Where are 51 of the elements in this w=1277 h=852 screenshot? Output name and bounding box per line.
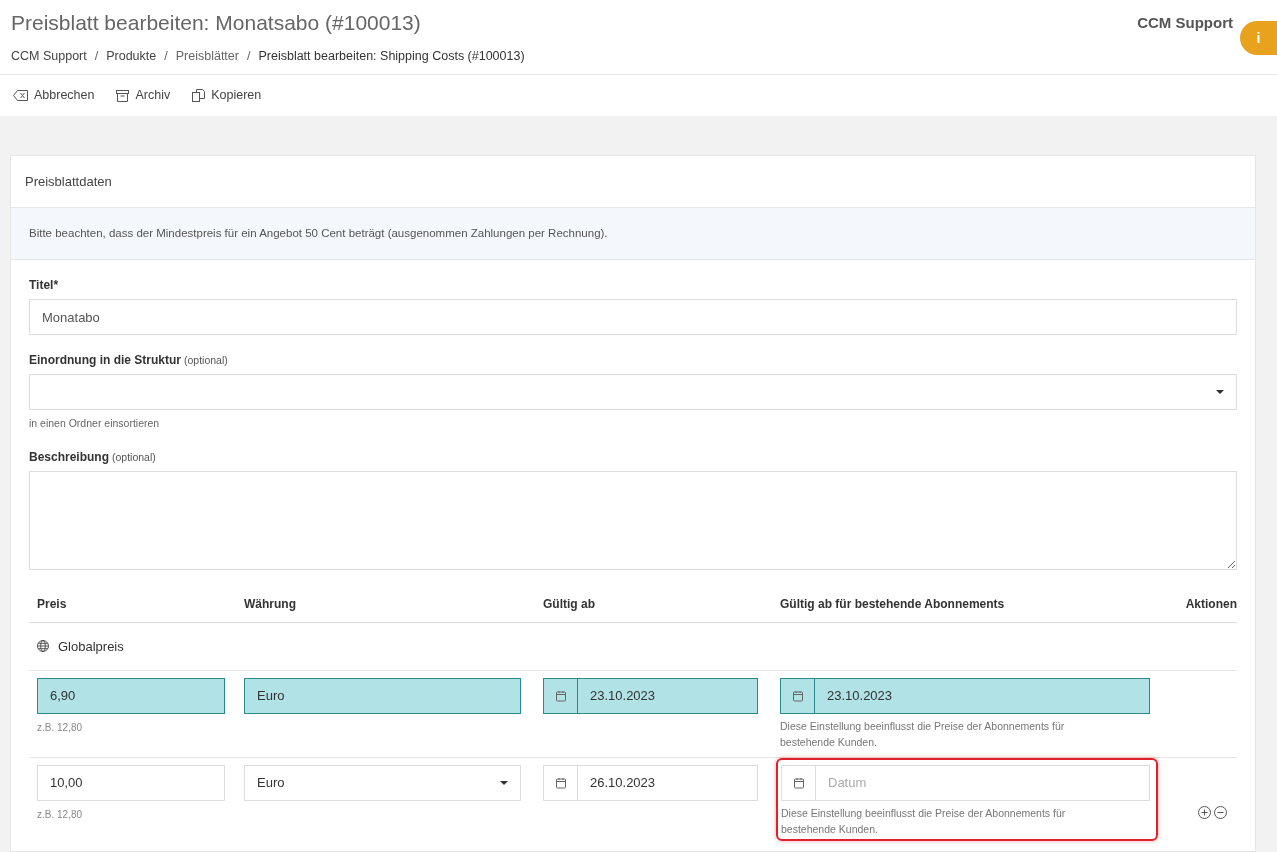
- field-label: Titel*: [29, 277, 59, 294]
- field-hint: Diese Einstellung beeinflusst die Preise der Abonnements für bestehende Kunden.: [781, 805, 1067, 837]
- calendar-icon: [554, 776, 567, 789]
- breadcrumb-link[interactable]: Preisblatt bearbeiten: Shipping Costs (#100013): [258, 47, 525, 66]
- breadcrumb-separator: /: [94, 48, 99, 65]
- archive-icon: [116, 89, 130, 102]
- globe-icon: [37, 640, 49, 653]
- price-input[interactable]: 10,00: [37, 764, 225, 801]
- column-header: Gültig ab für bestehende Abonnements: [780, 595, 1006, 613]
- currency-select[interactable]: Euro: [244, 677, 521, 714]
- caret-icon: [1216, 390, 1224, 394]
- field-hint: in einen Ordner einsortieren: [29, 416, 161, 431]
- field-label: Einordnung in die Struktur: [29, 352, 181, 369]
- description-input[interactable]: [29, 470, 1237, 570]
- calendar-icon: [554, 689, 567, 702]
- calendar-icon: [791, 689, 804, 702]
- copy-button[interactable]: Kopieren: [192, 86, 262, 105]
- price-hint: z.B. 12,80: [37, 807, 84, 822]
- page-title: Preisblatt bearbeiten: Monatsabo (#100013): [11, 10, 421, 36]
- price-input[interactable]: 6,90: [37, 677, 225, 714]
- column-header: Gültig ab: [543, 595, 596, 613]
- price-hint: z.B. 12,80: [37, 720, 84, 735]
- plus-icon: [1198, 806, 1211, 820]
- currency-select[interactable]: Euro: [244, 764, 521, 801]
- date-field[interactable]: 23.10.2023: [543, 677, 758, 714]
- field-label: Beschreibung: [29, 448, 109, 466]
- breadcrumb-link[interactable]: Produkte: [106, 47, 157, 66]
- title-input[interactable]: Monatabo: [29, 299, 1237, 335]
- user-name[interactable]: CCM Support: [1137, 12, 1233, 35]
- column-header: Währung: [244, 595, 297, 613]
- notice-text: Bitte beachten, dass der Mindestpreis für ein Angebot 50 Cent beträgt (ausgenommen Zahlungen per Rechnung).: [11, 208, 1255, 260]
- breadcrumb-separator: /: [246, 48, 251, 65]
- archive-button[interactable]: Archiv: [116, 86, 171, 105]
- breadcrumb-link[interactable]: CCM Support: [11, 47, 87, 66]
- cancel-button[interactable]: Abbrechen: [13, 86, 95, 105]
- breadcrumb-link[interactable]: Preisblätter: [175, 47, 239, 66]
- optional-note: (optional): [112, 449, 156, 465]
- breadcrumb-separator: /: [164, 48, 168, 65]
- copy-icon: [192, 89, 206, 102]
- optional-note: (optional): [184, 353, 228, 368]
- column-header: Aktionen: [1185, 595, 1237, 613]
- calendar-icon: [792, 776, 805, 789]
- backspace-icon: [13, 90, 28, 101]
- field-hint: Diese Einstellung beeinflusst die Preise der Abonnements für bestehende Kunden.: [780, 718, 1066, 750]
- minus-icon: [1214, 806, 1227, 820]
- date-input[interactable]: 23.10.2023: [578, 678, 757, 713]
- group-label: Globalpreis: [58, 637, 124, 656]
- column-header: Preis: [37, 595, 68, 613]
- caret-icon: [500, 780, 508, 785]
- date-field[interactable]: 26.10.2023: [543, 764, 758, 801]
- date-input[interactable]: 26.10.2023: [578, 765, 757, 800]
